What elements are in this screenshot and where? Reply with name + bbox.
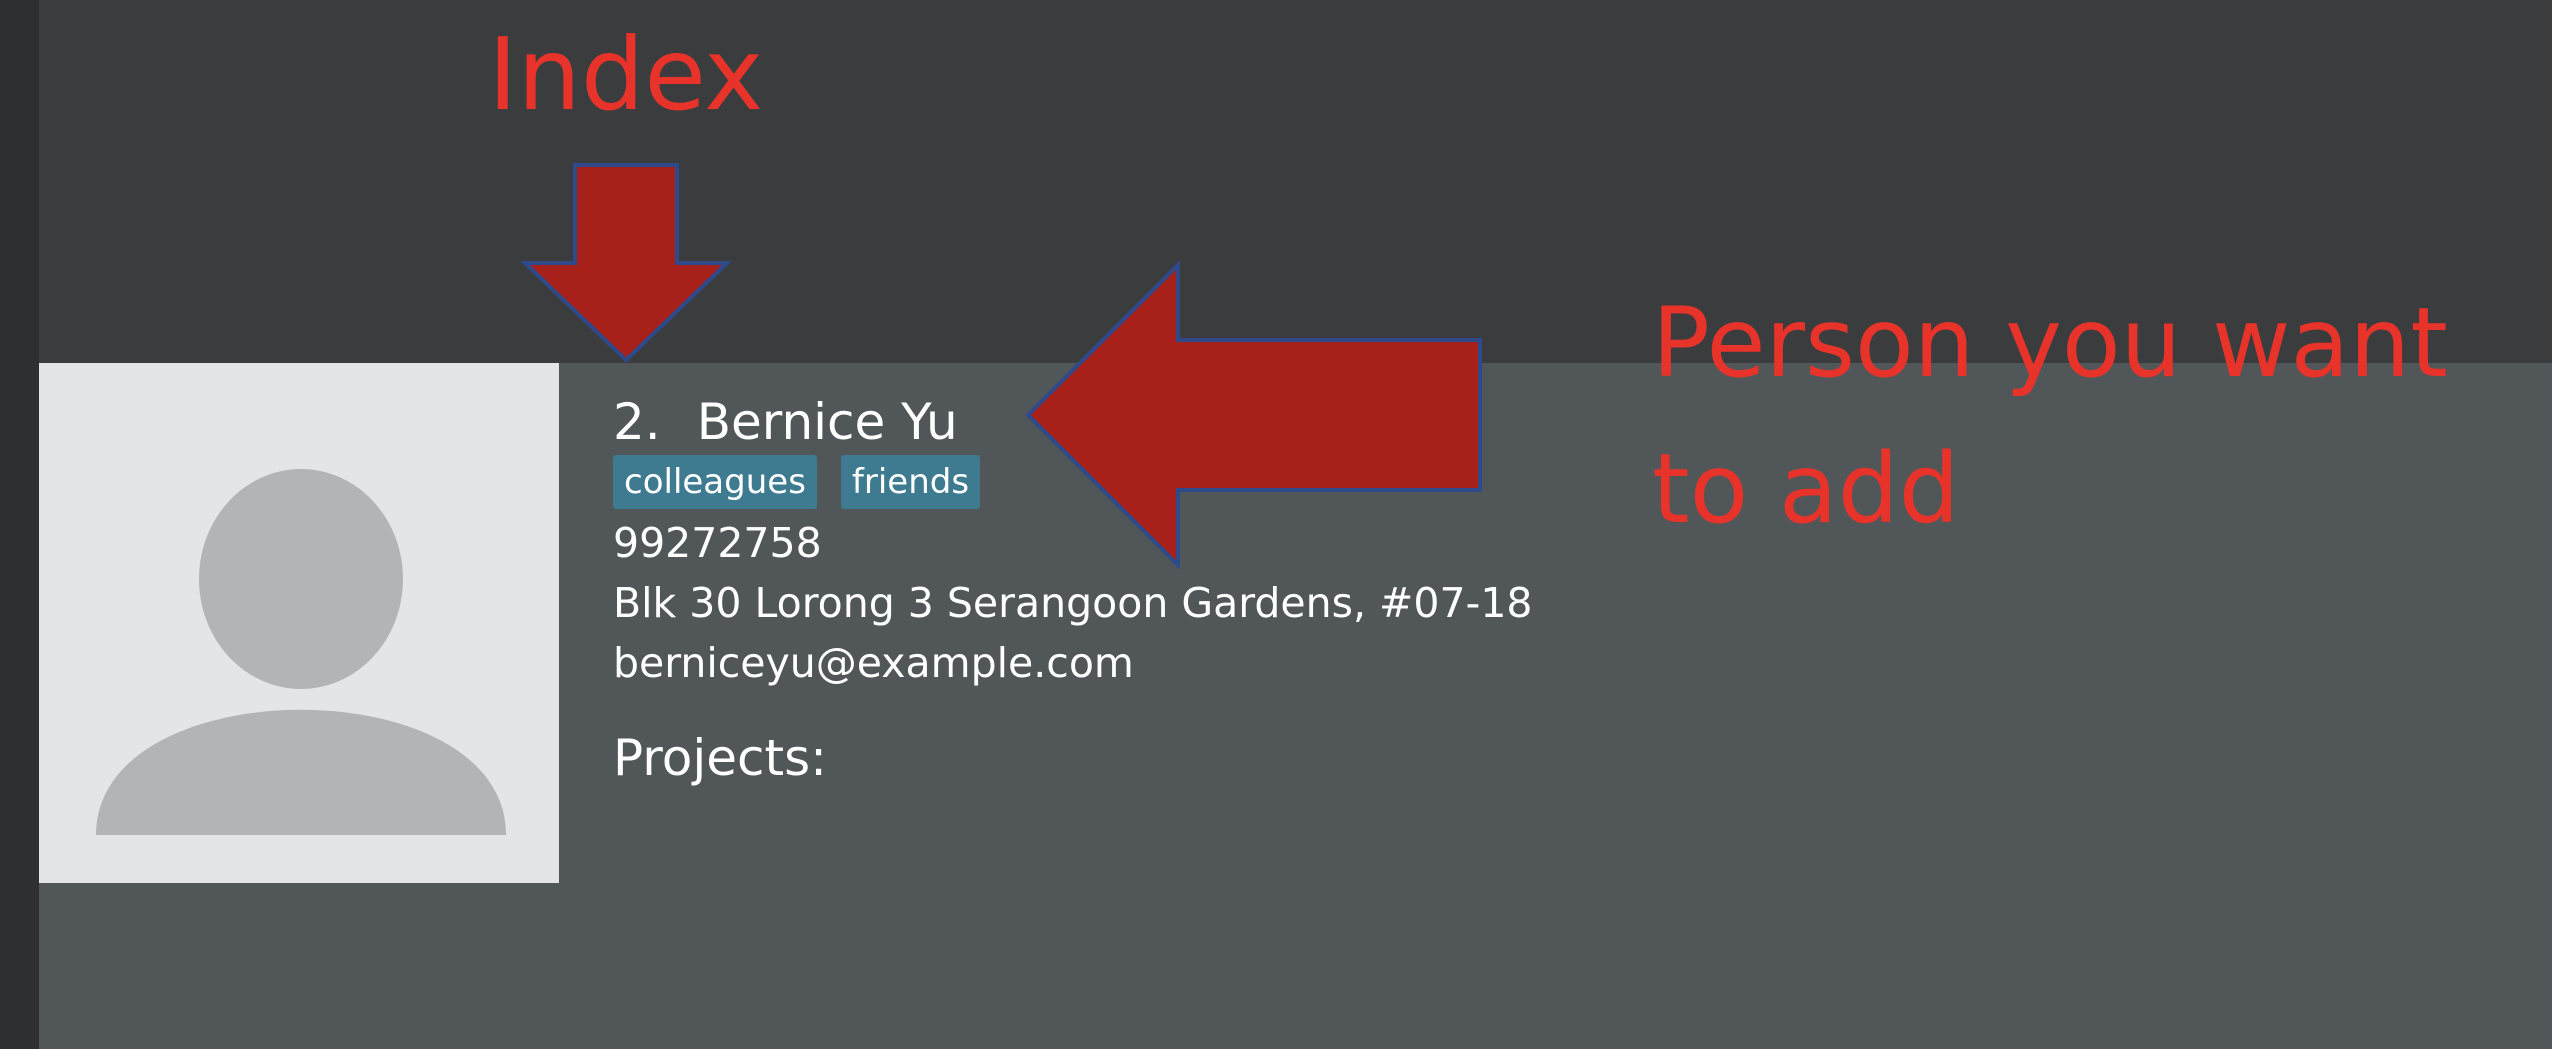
person-name: Bernice Yu [696,393,958,451]
avatar [39,363,559,883]
tag-colleagues: colleagues [613,455,817,509]
index-annotation: Index [488,16,764,133]
window-edge [0,0,39,1049]
person-silhouette-icon [96,469,506,835]
person-phone: 99272758 [613,519,822,567]
person-name-row: 2. Bernice Yu [613,391,1533,453]
tag-friends: friends [840,455,981,509]
person-address: Blk 30 Lorong 3 Serangoon Gardens, #07-1… [613,579,1533,627]
tag-list: colleagues friends [613,455,1533,509]
person-annotation: Person you want to add [1652,287,2448,545]
person-details: 2. Bernice Yu colleagues friends 99272758… [613,391,1533,789]
projects-label: Projects: [613,729,827,787]
person-email: berniceyu@example.com [613,639,1134,687]
person-index: 2. [613,393,661,451]
